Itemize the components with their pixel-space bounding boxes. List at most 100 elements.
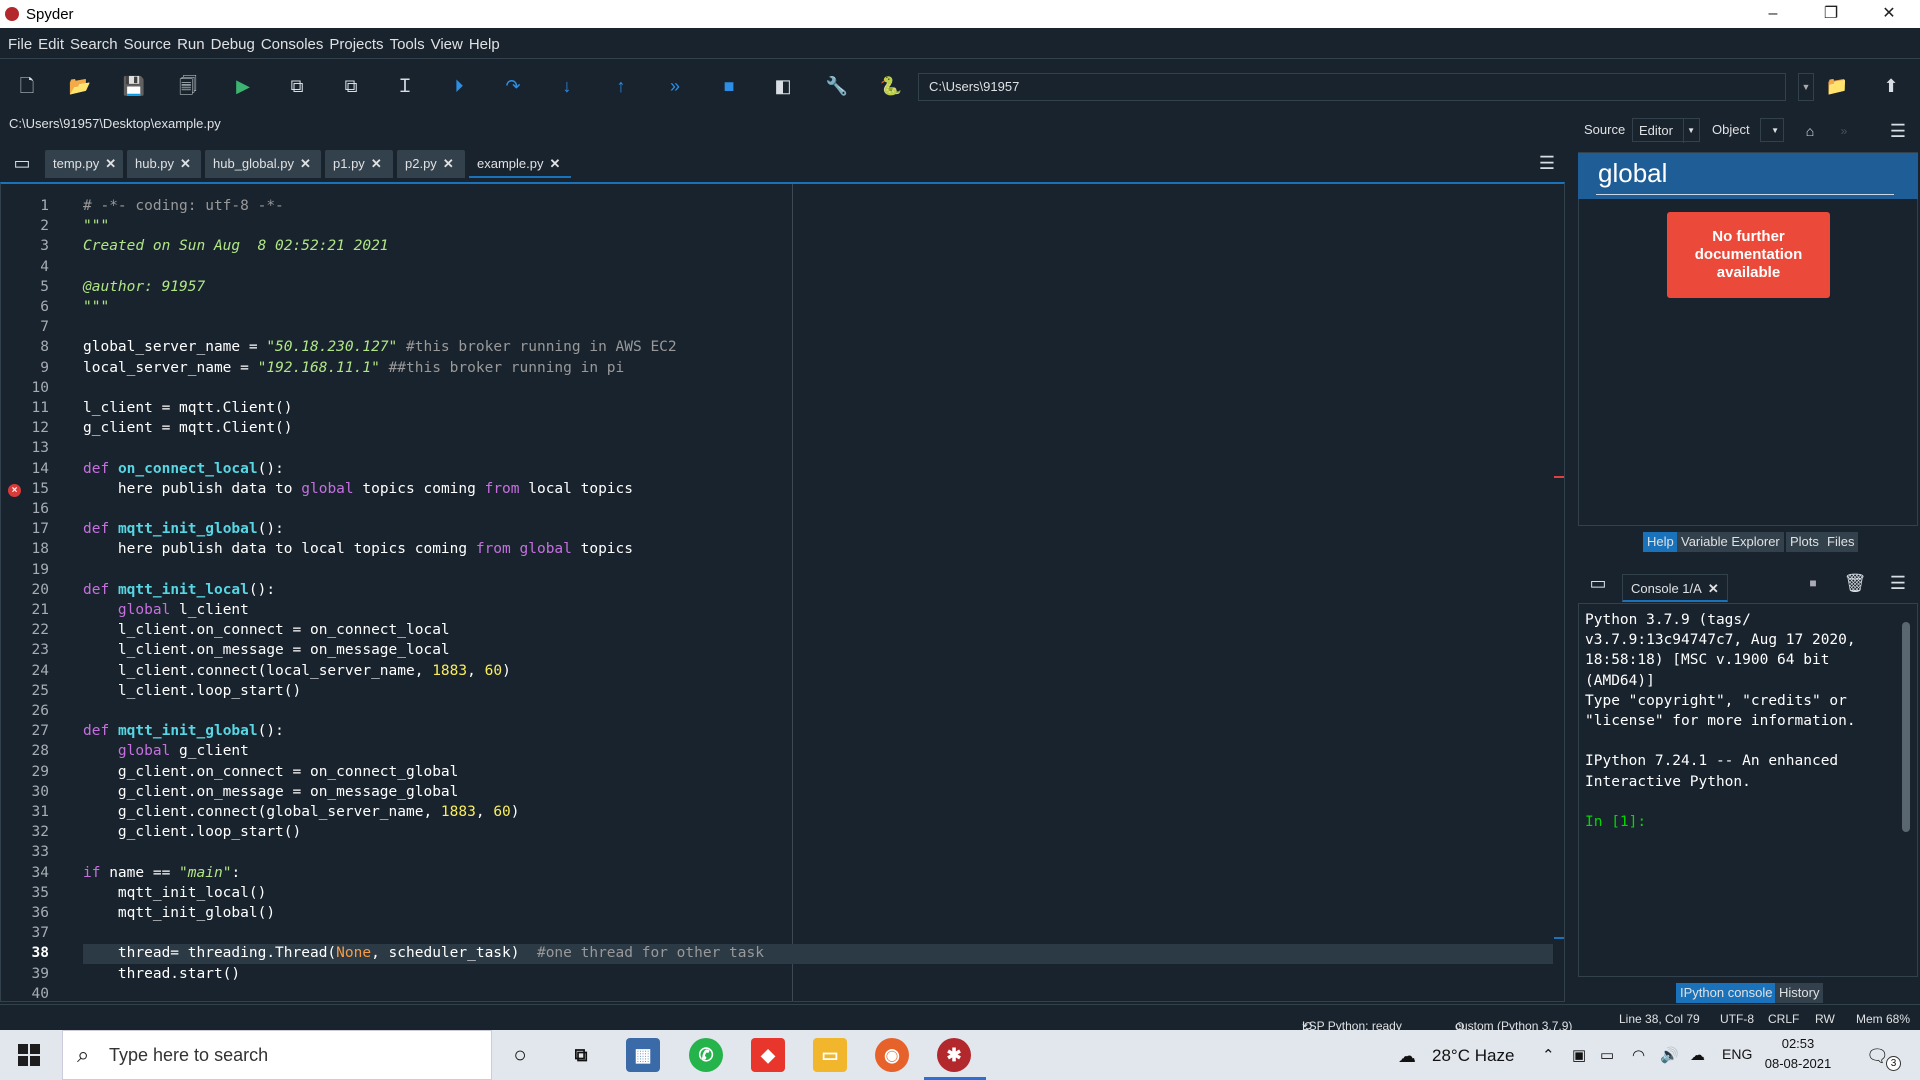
open-file-icon[interactable]: 📂 bbox=[67, 73, 93, 99]
menu-source[interactable]: Source bbox=[121, 28, 175, 62]
code-line[interactable]: global l_client bbox=[83, 602, 249, 618]
code-line[interactable]: def on_connect_local(): bbox=[83, 461, 284, 477]
menu-consoles[interactable]: Consoles bbox=[258, 28, 327, 62]
stop-debug-icon[interactable]: ■ bbox=[716, 73, 742, 99]
code-line[interactable]: @author: 91957 bbox=[83, 279, 205, 295]
whatsapp-icon[interactable]: ✆ bbox=[689, 1038, 723, 1072]
menu-view[interactable]: View bbox=[428, 28, 466, 62]
cortana-icon[interactable]: ○ bbox=[503, 1038, 537, 1072]
volume-icon[interactable]: 🔊 bbox=[1660, 1046, 1679, 1064]
code-line[interactable]: """ bbox=[83, 299, 109, 315]
code-line[interactable]: l_client = mqtt.Client() bbox=[83, 400, 293, 416]
code-line[interactable]: def mqtt_init_global(): bbox=[83, 723, 284, 739]
code-line[interactable]: l_client.connect(local_server_name, 1883… bbox=[83, 663, 511, 679]
code-line[interactable]: mqtt_init_global() bbox=[83, 905, 275, 921]
close-tab-icon[interactable]: ✕ bbox=[180, 156, 191, 171]
code-line[interactable]: thread.start() bbox=[83, 966, 240, 982]
code-line[interactable]: if name == "main": bbox=[83, 865, 240, 881]
code-line[interactable]: """ bbox=[83, 218, 109, 234]
close-tab-icon[interactable]: ✕ bbox=[105, 156, 116, 171]
code-line[interactable]: g_client.loop_start() bbox=[83, 824, 301, 840]
code-line[interactable]: Created on Sun Aug 8 02:52:21 2021 bbox=[83, 238, 389, 254]
meet-now-icon[interactable]: ▣ bbox=[1572, 1046, 1586, 1064]
code-line[interactable]: here publish data to global topics comin… bbox=[83, 481, 633, 497]
menu-run[interactable]: Run bbox=[174, 28, 208, 62]
code-line[interactable]: mqtt_init_local() bbox=[83, 885, 266, 901]
tab-plots[interactable]: Plots bbox=[1786, 532, 1823, 552]
battery-icon[interactable]: ▭ bbox=[1600, 1046, 1614, 1064]
trash-icon[interactable]: 🗑 bbox=[1842, 570, 1868, 596]
tab-temp-py[interactable]: temp.py ✕ bbox=[45, 150, 123, 178]
code-line[interactable]: def mqtt_init_global(): bbox=[83, 521, 284, 537]
close-tab-icon[interactable]: ✕ bbox=[300, 156, 311, 171]
debug-icon[interactable]: ⏵ bbox=[446, 73, 472, 99]
code-editor[interactable]: 1 2 3 4 5 6 7 8 9 10 11 12 13 14 15 × 16 17 18 19 20 21 22 23 24… bbox=[0, 182, 1565, 1002]
code-line[interactable]: global g_client bbox=[83, 743, 249, 759]
calculator-icon[interactable]: ▦ bbox=[626, 1038, 660, 1072]
input-language[interactable]: ENG bbox=[1722, 1046, 1752, 1062]
spyder-taskbar-icon[interactable]: ✱ bbox=[937, 1038, 971, 1072]
browse-consoles-icon[interactable]: ▭ bbox=[1585, 570, 1611, 596]
taskbar-clock[interactable]: 02:53 08-08-2021 bbox=[1758, 1034, 1838, 1074]
code-line[interactable]: l_client.loop_start() bbox=[83, 683, 301, 699]
help-options-icon[interactable]: ☰ bbox=[1885, 118, 1911, 144]
close-tab-icon[interactable]: ✕ bbox=[443, 156, 454, 171]
close-tab-icon[interactable]: ✕ bbox=[549, 156, 560, 171]
run-icon[interactable]: ▶ bbox=[230, 73, 256, 99]
task-view-icon[interactable]: ⧉ bbox=[564, 1038, 598, 1072]
help-object-select[interactable]: ▼ bbox=[1760, 118, 1784, 142]
tab-p1-py[interactable]: p1.py ✕ bbox=[325, 150, 393, 178]
step-icon[interactable]: ↷ bbox=[500, 73, 526, 99]
browse-tabs-icon[interactable]: ▭ bbox=[9, 150, 35, 176]
close-tab-icon[interactable]: ✕ bbox=[1708, 581, 1719, 596]
tab-files[interactable]: Files bbox=[1823, 532, 1859, 552]
preferences-icon[interactable]: 🔧 bbox=[824, 73, 850, 99]
weather-icon[interactable]: ☁ bbox=[1398, 1046, 1416, 1067]
menu-help[interactable]: Help bbox=[466, 28, 503, 62]
python-path-icon[interactable]: 🐍 bbox=[878, 73, 904, 99]
code-line[interactable]: here publish data to local topics coming… bbox=[83, 541, 633, 557]
console-options-icon[interactable]: ☰ bbox=[1885, 570, 1911, 596]
menu-file[interactable]: File bbox=[5, 28, 35, 62]
tab-history[interactable]: History bbox=[1775, 983, 1824, 1003]
tab-variable-explorer[interactable]: Variable Explorer bbox=[1677, 532, 1784, 552]
code-line[interactable]: def mqtt_init_local(): bbox=[83, 582, 275, 598]
code-line[interactable]: g_client.connect(global_server_name, 188… bbox=[83, 804, 520, 820]
editor-options-icon[interactable]: ☰ bbox=[1534, 150, 1560, 176]
taskbar-search-box[interactable]: ⌕ Type here to search bbox=[62, 1030, 492, 1080]
code-line[interactable]: thread= threading.Thread(None, scheduler… bbox=[83, 945, 764, 961]
windows-start-icon[interactable] bbox=[18, 1044, 40, 1066]
parent-directory-icon[interactable]: ⬆ bbox=[1878, 73, 1904, 99]
code-line[interactable]: l_client.on_connect = on_connect_local bbox=[83, 622, 450, 638]
minimize-button[interactable]: – bbox=[1744, 0, 1802, 28]
tab-example-py[interactable]: example.py ✕ bbox=[469, 150, 571, 178]
code-line[interactable]: global_server_name = "50.18.230.127" #th… bbox=[83, 339, 677, 355]
console-scrollbar[interactable] bbox=[1902, 622, 1910, 832]
run-cell-advance-icon[interactable]: ⧉ bbox=[338, 73, 364, 99]
lock-icon[interactable]: » bbox=[1831, 118, 1857, 144]
code-line[interactable]: g_client.on_message = on_message_global bbox=[83, 784, 458, 800]
anydesk-icon[interactable]: ◆ bbox=[751, 1038, 785, 1072]
new-file-icon[interactable]: 🗋 bbox=[14, 73, 40, 99]
menu-tools[interactable]: Tools bbox=[387, 28, 428, 62]
run-selection-icon[interactable]: Ｉ bbox=[392, 73, 418, 99]
continue-icon[interactable]: » bbox=[662, 73, 688, 99]
close-tab-icon[interactable]: ✕ bbox=[371, 156, 382, 171]
menu-edit[interactable]: Edit bbox=[35, 28, 67, 62]
tab-hub-global-py[interactable]: hub_global.py ✕ bbox=[205, 150, 321, 178]
tab-hub-py[interactable]: hub.py ✕ bbox=[127, 150, 201, 178]
step-return-icon[interactable]: ↑ bbox=[608, 73, 634, 99]
onedrive-icon[interactable]: ☁ bbox=[1690, 1046, 1705, 1064]
code-line[interactable]: # -*- coding: utf-8 -*- bbox=[83, 198, 284, 214]
error-icon[interactable]: × bbox=[8, 483, 21, 497]
menu-debug[interactable]: Debug bbox=[208, 28, 258, 62]
restore-button[interactable]: ❐ bbox=[1802, 0, 1860, 28]
help-source-select[interactable]: Editor ▼ bbox=[1632, 118, 1700, 143]
menu-search[interactable]: Search bbox=[67, 28, 121, 62]
tab-console-1a[interactable]: Console 1/A ✕ bbox=[1622, 574, 1728, 602]
tab-ipython-console[interactable]: IPython console bbox=[1676, 983, 1777, 1003]
firefox-icon[interactable]: ◉ bbox=[875, 1038, 909, 1072]
file-explorer-icon[interactable]: ▭ bbox=[813, 1038, 847, 1072]
menu-projects[interactable]: Projects bbox=[326, 28, 386, 62]
tray-chevron-up-icon[interactable]: ⌃ bbox=[1542, 1046, 1555, 1064]
